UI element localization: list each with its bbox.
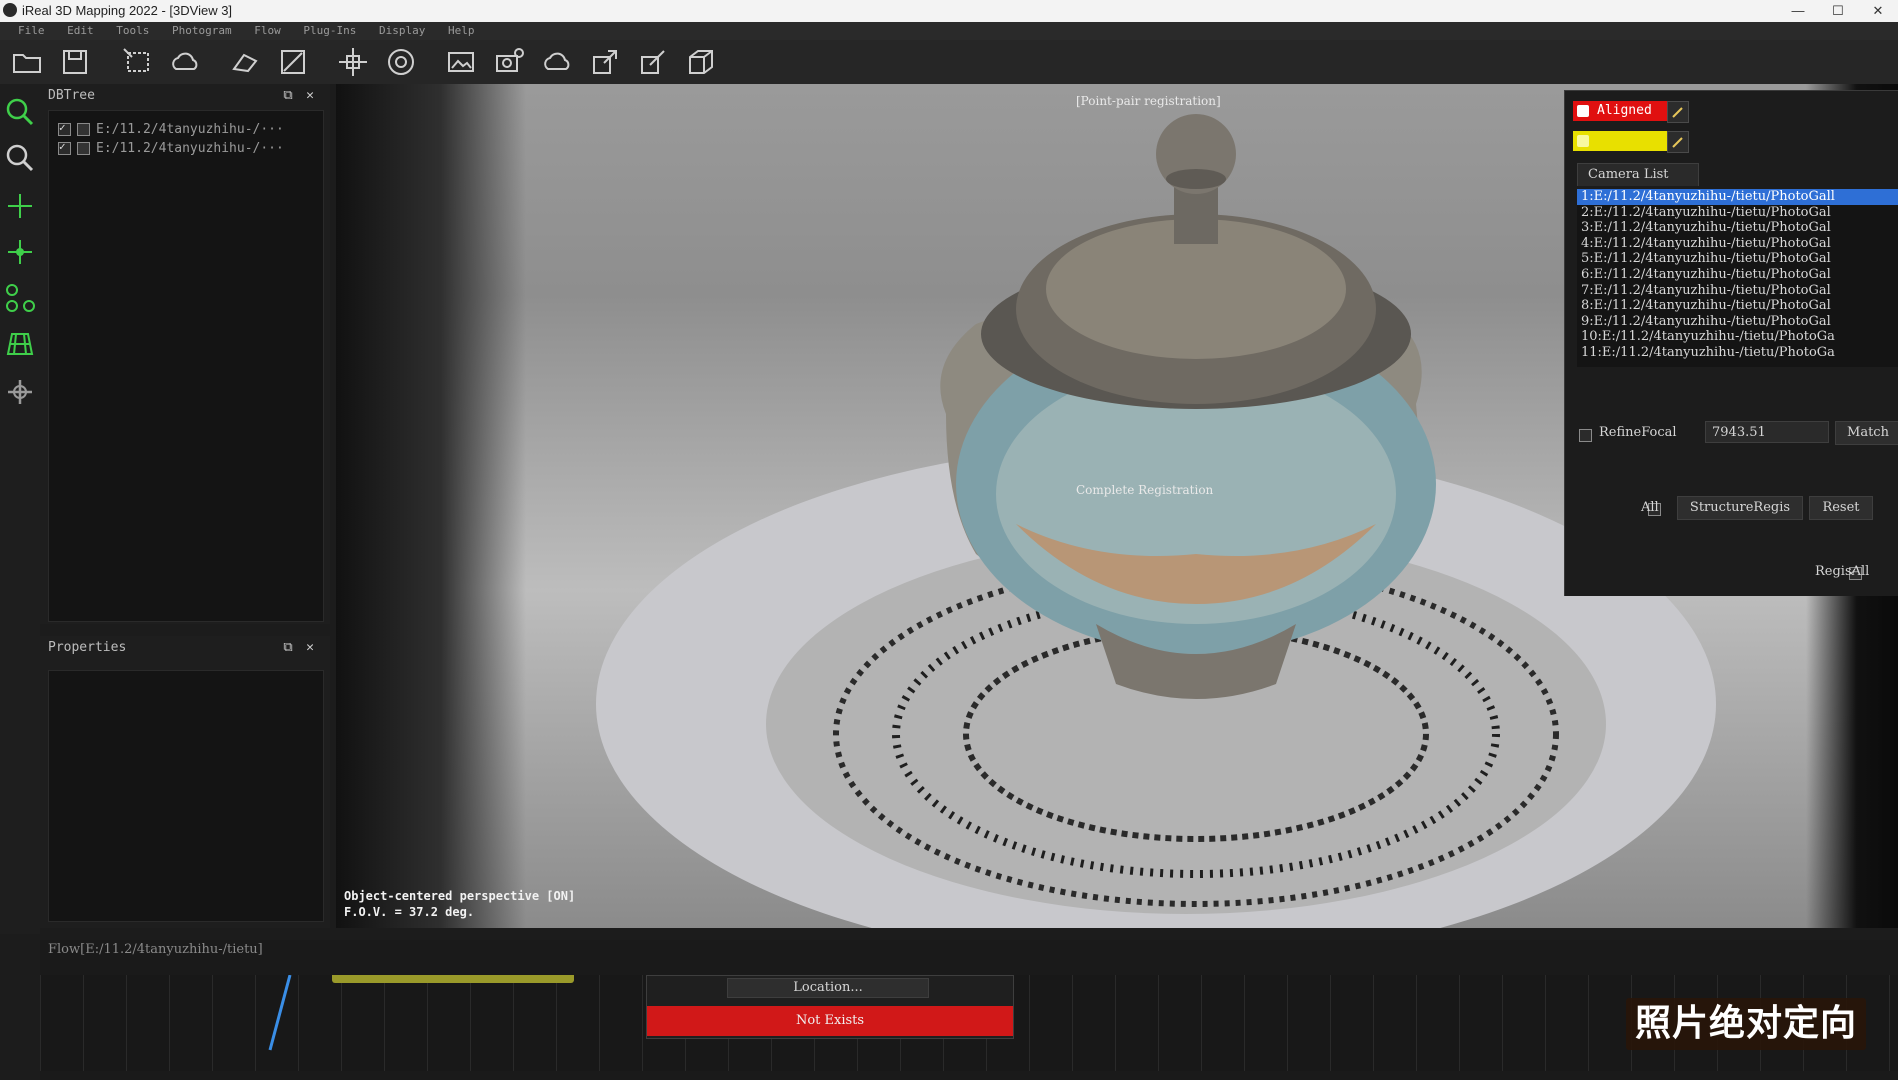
list-item[interactable]: 4:E:/11.2/4tanyuzhihu-/tietu/PhotoGal bbox=[1577, 236, 1898, 252]
properties-panel: Properties ⧉ ✕ bbox=[40, 636, 330, 928]
menu-bar: File Edit Tools Photogram Flow Plug-Ins … bbox=[0, 22, 1898, 40]
list-item[interactable]: 8:E:/11.2/4tanyuzhihu-/tietu/PhotoGal bbox=[1577, 298, 1898, 314]
folder-icon bbox=[77, 142, 90, 155]
location-button[interactable]: Location... bbox=[727, 978, 929, 998]
move-axes-icon[interactable] bbox=[4, 376, 36, 408]
refine-focal-label: RefineFocal bbox=[1599, 425, 1677, 440]
box-3d-icon[interactable] bbox=[684, 45, 718, 79]
save-icon[interactable] bbox=[58, 45, 92, 79]
video-subtitle: 照片绝对定向 bbox=[1626, 998, 1866, 1050]
undock-icon[interactable]: ⧉ bbox=[280, 88, 296, 104]
move-object-icon[interactable] bbox=[336, 45, 370, 79]
panel-close-icon[interactable]: ✕ bbox=[302, 640, 318, 656]
match-button[interactable]: Match bbox=[1835, 421, 1898, 445]
registration-panel: Aligned Reference Camera List 1:E:/11.2/… bbox=[1564, 90, 1898, 596]
maximize-button[interactable]: ☐ bbox=[1818, 0, 1858, 22]
menu-flow[interactable]: Flow bbox=[246, 22, 289, 37]
fov-info: F.O.V. = 37.2 deg. bbox=[344, 905, 475, 919]
registration-status-label: Complete Registration bbox=[1076, 483, 1214, 497]
flow-node-bar[interactable] bbox=[332, 975, 574, 983]
menu-help[interactable]: Help bbox=[440, 22, 483, 37]
structure-regis-button[interactable]: StructureRegis bbox=[1677, 496, 1803, 520]
list-item[interactable]: 5:E:/11.2/4tanyuzhihu-/tietu/PhotoGal bbox=[1577, 251, 1898, 267]
camera-settings-icon[interactable] bbox=[492, 45, 526, 79]
camera-list-tab[interactable]: Camera List bbox=[1577, 163, 1699, 186]
menu-plugins[interactable]: Plug-Ins bbox=[295, 22, 364, 37]
camera-list[interactable]: 1:E:/11.2/4tanyuzhihu-/tietu/PhotoGall 2… bbox=[1577, 189, 1898, 367]
reference-edit-icon[interactable] bbox=[1667, 131, 1689, 153]
app-logo-icon bbox=[3, 3, 17, 17]
focal-length-input[interactable]: 7943.51 bbox=[1705, 421, 1829, 443]
properties-body bbox=[48, 670, 324, 922]
main-toolbar bbox=[0, 40, 1898, 84]
aligned-edit-icon[interactable] bbox=[1667, 101, 1689, 123]
menu-tools[interactable]: Tools bbox=[108, 22, 157, 37]
flow-connector bbox=[268, 975, 292, 1051]
panel-close-icon[interactable]: ✕ bbox=[302, 88, 318, 104]
list-item[interactable]: 9:E:/11.2/4tanyuzhihu-/tietu/PhotoGal bbox=[1577, 314, 1898, 330]
crop-icon[interactable] bbox=[120, 45, 154, 79]
cloud-upload-icon[interactable] bbox=[540, 45, 574, 79]
close-button[interactable]: ✕ bbox=[1858, 0, 1898, 22]
photo-frame-icon[interactable] bbox=[444, 45, 478, 79]
list-item[interactable]: 6:E:/11.2/4tanyuzhihu-/tietu/PhotoGal bbox=[1577, 267, 1898, 283]
open-folder-icon[interactable] bbox=[10, 45, 44, 79]
dbtree-panel: DBTree ⧉ ✕ bbox=[40, 84, 330, 624]
mesh-icon bbox=[77, 123, 90, 136]
dbtree-body bbox=[48, 110, 324, 622]
list-item[interactable]: 10:E:/11.2/4tanyuzhihu-/tietu/PhotoGa bbox=[1577, 329, 1898, 345]
viewport-shade-left bbox=[336, 84, 526, 928]
aligned-toggle[interactable]: Aligned bbox=[1573, 101, 1673, 121]
menu-display[interactable]: Display bbox=[371, 22, 433, 37]
all-label: All bbox=[1641, 500, 1659, 515]
tree-item-checkbox[interactable] bbox=[58, 121, 71, 136]
reference-checkbox[interactable] bbox=[1577, 135, 1589, 147]
list-item[interactable]: 1:E:/11.2/4tanyuzhihu-/tietu/PhotoGall bbox=[1577, 189, 1898, 205]
menu-edit[interactable]: Edit bbox=[59, 22, 102, 37]
plane-icon[interactable] bbox=[228, 45, 262, 79]
title-bar: iReal 3D Mapping 2022 - [3DView 3] — ☐ ✕ bbox=[0, 0, 1898, 22]
tree-item[interactable]: E:/11.2/4tanyuzhihu-/··· bbox=[58, 121, 284, 140]
transform-icon[interactable] bbox=[276, 45, 310, 79]
flow-path-label: Flow[E:/11.2/4tanyuzhihu-/tietu] bbox=[48, 942, 263, 957]
nodes-icon[interactable] bbox=[4, 282, 36, 314]
list-item[interactable]: 2:E:/11.2/4tanyuzhihu-/tietu/PhotoGal bbox=[1577, 205, 1898, 221]
search-icon[interactable] bbox=[4, 96, 36, 128]
menu-photogram[interactable]: Photogram bbox=[164, 22, 240, 37]
minimize-button[interactable]: — bbox=[1778, 0, 1818, 22]
pivot-icon[interactable] bbox=[4, 236, 36, 268]
regis-all-label: RegisAll bbox=[1815, 564, 1870, 579]
share-icon[interactable] bbox=[636, 45, 670, 79]
perspective-info: Object-centered perspective [ON] bbox=[344, 889, 576, 903]
export-icon[interactable] bbox=[588, 45, 622, 79]
properties-title: Properties bbox=[48, 640, 127, 655]
viewport-mode-label: [Point-pair registration] bbox=[1076, 94, 1221, 108]
left-toolbar bbox=[0, 84, 40, 934]
cloud-icon[interactable] bbox=[168, 45, 202, 79]
status-badge: Not Exists bbox=[647, 1006, 1013, 1036]
window-title: iReal 3D Mapping 2022 - [3DView 3] bbox=[22, 3, 233, 18]
aligned-label: Aligned bbox=[1597, 103, 1652, 118]
dbtree-title: DBTree bbox=[48, 88, 95, 103]
undock-icon[interactable]: ⧉ bbox=[280, 640, 296, 656]
list-item[interactable]: 3:E:/11.2/4tanyuzhihu-/tietu/PhotoGal bbox=[1577, 220, 1898, 236]
aligned-checkbox[interactable] bbox=[1577, 105, 1589, 117]
reset-button[interactable]: Reset bbox=[1809, 496, 1873, 520]
zoom-icon[interactable] bbox=[4, 142, 36, 174]
reference-toggle[interactable]: Reference bbox=[1573, 131, 1673, 151]
reference-label: Reference bbox=[1597, 133, 1668, 148]
tree-item[interactable]: E:/11.2/4tanyuzhihu-/··· bbox=[58, 140, 284, 159]
flow-node[interactable]: Location... Not Exists bbox=[646, 975, 1014, 1039]
list-item[interactable]: 7:E:/11.2/4tanyuzhihu-/tietu/PhotoGal bbox=[1577, 283, 1898, 299]
refine-focal-checkbox[interactable] bbox=[1579, 429, 1592, 442]
crosshair-icon[interactable] bbox=[4, 190, 36, 222]
tree-item-checkbox[interactable] bbox=[58, 140, 71, 155]
menu-file[interactable]: File bbox=[0, 22, 53, 37]
grid-icon[interactable] bbox=[4, 328, 36, 360]
tree-item-label: E:/11.2/4tanyuzhihu-/··· bbox=[96, 141, 284, 156]
target-icon[interactable] bbox=[384, 45, 418, 79]
list-item[interactable]: 11:E:/11.2/4tanyuzhihu-/tietu/PhotoGa bbox=[1577, 345, 1898, 361]
tree-item-label: E:/11.2/4tanyuzhihu-/··· bbox=[96, 122, 284, 137]
camera-list-title: Camera List bbox=[1588, 167, 1669, 182]
